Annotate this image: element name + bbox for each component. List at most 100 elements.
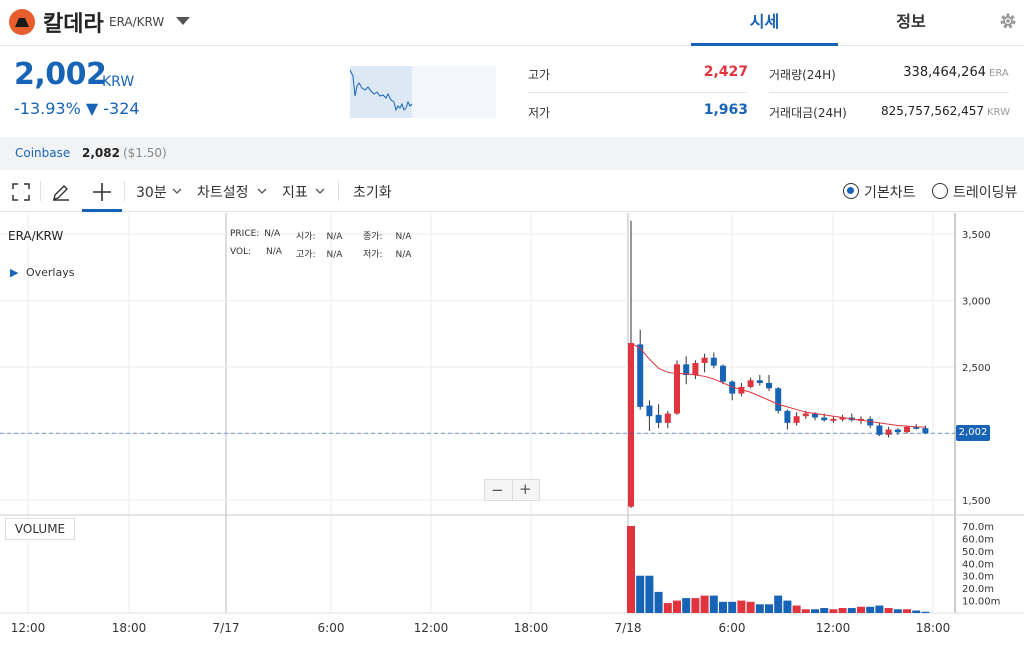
reset-button[interactable]: 초기화 [353, 182, 392, 202]
candle-body [904, 426, 910, 433]
volume-tick-label: 60.0m [962, 534, 994, 545]
volume-bar [700, 595, 709, 613]
price-tick-label: 1,500 [962, 496, 991, 507]
basic-chart-label[interactable]: 기본차트 [864, 182, 916, 202]
app-header: 칼데라 ERA/KRW 시세 정보 [0, 0, 1024, 46]
volume-bar [875, 605, 884, 613]
chart-toolbar: 30분 차트설정 지표 초기화 기본차트 트레이딩뷰 [0, 171, 1024, 212]
coin-dropdown-icon[interactable] [175, 16, 191, 26]
price-tick-label: 3,500 [962, 230, 991, 241]
ohlc-price: PRICE: N/A [230, 229, 281, 239]
volume-bar [765, 604, 773, 613]
amount-value: 825,757,562,457 [880, 104, 984, 118]
ohlc-open: 시가: N/A [296, 232, 343, 242]
chevron-down-icon [172, 188, 182, 194]
volume-bar [838, 608, 847, 613]
candle-body [655, 414, 662, 423]
volume-bar [792, 605, 801, 613]
candle-body [885, 429, 892, 435]
price-change: -13.93% ▼ -324 [14, 99, 140, 118]
time-tick-label: 12:00 [816, 621, 851, 635]
volume-bar [673, 600, 681, 613]
volume-tick-label: 10.00m [962, 597, 1000, 608]
coin-logo [9, 9, 35, 35]
zoom-controls: − + [484, 479, 540, 501]
coinbase-label[interactable]: Coinbase [15, 146, 70, 160]
chart-settings-menu[interactable]: 차트설정 [197, 182, 249, 202]
time-tick-label: 7/18 [615, 621, 642, 635]
interval-select[interactable]: 30분 [136, 182, 167, 202]
zoom-in-button[interactable]: + [519, 480, 532, 498]
chart-pair-label: ERA/KRW [8, 229, 64, 243]
candle-body [766, 382, 772, 389]
volume-bar [654, 591, 663, 613]
volume-tick-label: 20.0m [962, 584, 994, 595]
caret-right-icon: ▶ [10, 266, 19, 279]
price-unit: KRW [102, 74, 135, 90]
volume-bar [636, 575, 645, 613]
volume-bar [719, 601, 727, 613]
low-value: 1,963 [703, 102, 748, 118]
gear-icon[interactable] [998, 11, 1018, 31]
volume-bar [893, 609, 902, 613]
basic-chart-radio[interactable] [843, 183, 859, 199]
zoom-out-button[interactable]: − [491, 481, 504, 499]
exchange-compare-bar: Coinbase 2,082 ($1.50) [0, 137, 1024, 170]
volume-bar [709, 595, 718, 613]
price-tick-label: 2,500 [962, 363, 991, 374]
volume-bar [645, 575, 654, 613]
candle-body [720, 365, 726, 382]
volume-bar [691, 598, 700, 613]
volume-bar [755, 604, 764, 613]
time-tick-label: 7/17 [213, 621, 240, 635]
volume-button[interactable]: VOLUME [5, 518, 75, 540]
price-chart[interactable]: 12:00 18:00 7/17 6:00 12:00 18:00 7/18 6:00 12:0… [0, 213, 1024, 646]
volume-bar [847, 608, 856, 613]
candle-body [756, 380, 763, 383]
time-tick-label: 6:00 [719, 621, 746, 635]
candle-body [710, 357, 717, 366]
time-tick-label: 18:00 [514, 621, 549, 635]
high-label: 고가 [528, 68, 551, 82]
volume-bar [811, 609, 819, 613]
crosshair-icon[interactable] [82, 171, 122, 212]
amount-label: 거래대금(24H) [769, 106, 847, 120]
tab-market[interactable]: 시세 [691, 0, 838, 46]
candle-body [674, 364, 680, 414]
price-tick-label: 3,000 [962, 297, 991, 308]
volume-bar [682, 598, 691, 613]
volume-tick-label: 30.0m [962, 572, 994, 583]
pencil-icon[interactable] [51, 182, 71, 202]
volume-tick-label: 70.0m [962, 522, 994, 533]
coinbase-price: 2,082 [82, 146, 120, 160]
candle-body [894, 429, 901, 433]
overlays-toggle[interactable]: ▶ Overlays [10, 266, 74, 279]
volume-bar [829, 609, 838, 613]
trading-view-radio[interactable] [932, 183, 948, 199]
volume-bar [857, 606, 865, 613]
volume-bar [746, 601, 755, 613]
amount-unit: KRW [987, 107, 1010, 118]
candle-body [692, 363, 699, 375]
volume-label: 거래량(24H) [769, 68, 836, 82]
volume-bar [884, 608, 893, 613]
candle-body [830, 418, 837, 421]
tab-info[interactable]: 정보 [838, 0, 984, 46]
coin-name: 칼데라 [43, 12, 104, 37]
high-value: 2,427 [703, 64, 748, 80]
indicators-menu[interactable]: 지표 [282, 182, 308, 202]
ohlc-close: 종가: N/A [363, 232, 412, 242]
volume-tick-label: 40.0m [962, 559, 994, 570]
time-tick-label: 18:00 [112, 621, 147, 635]
volume-bar [903, 609, 911, 613]
candle-body [793, 416, 800, 423]
coin-pair: ERA/KRW [109, 15, 165, 29]
volume-tick-label: 50.0m [962, 547, 994, 558]
trading-view-label[interactable]: 트레이딩뷰 [953, 182, 1017, 202]
time-tick-label: 18:00 [916, 621, 951, 635]
chevron-down-icon [315, 188, 325, 194]
time-tick-label: 6:00 [318, 621, 345, 635]
fullscreen-icon[interactable] [12, 183, 30, 201]
volume-bar [774, 595, 783, 613]
volume-bar [866, 606, 875, 613]
